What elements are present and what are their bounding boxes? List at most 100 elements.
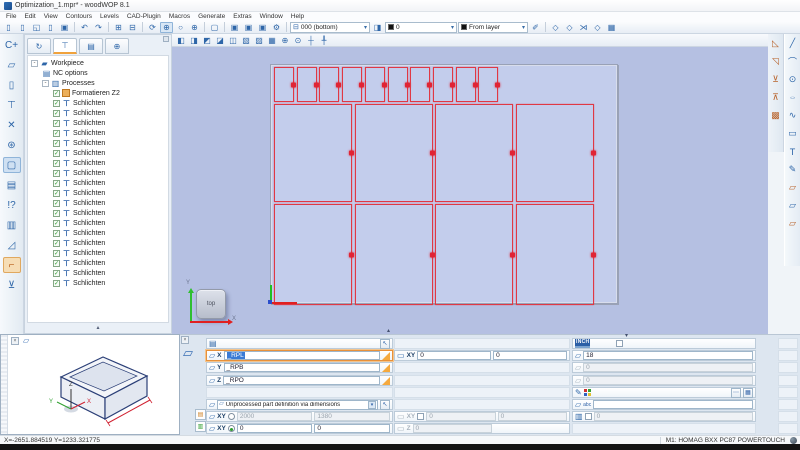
special-tools-button[interactable]: ⊻: [3, 277, 21, 293]
jump-button[interactable]: ↖: [380, 400, 390, 410]
clamping-button[interactable]: ⌐: [3, 257, 21, 273]
menu-levels[interactable]: Levels: [96, 12, 123, 21]
workpiece-tool-button[interactable]: ▱: [3, 57, 21, 73]
board-front-tool-button[interactable]: ▱: [786, 180, 800, 195]
process-checkbox[interactable]: ✓: [53, 200, 60, 207]
tree-item-schlichten[interactable]: ✓⊤Schlichten: [28, 98, 168, 108]
nested-part[interactable]: [355, 104, 433, 202]
nested-part[interactable]: [319, 67, 339, 102]
tree-item-schlichten[interactable]: ✓⊤Schlichten: [28, 178, 168, 188]
y-input[interactable]: _RPB: [224, 363, 381, 372]
process-checkbox[interactable]: ✓: [53, 270, 60, 277]
brush-button[interactable]: ✐: [529, 22, 542, 33]
nested-part[interactable]: [478, 67, 498, 102]
tree-item-schlichten[interactable]: ✓⊤Schlichten: [28, 148, 168, 158]
pocket-button[interactable]: ▢: [3, 157, 21, 173]
simulation-button[interactable]: ▢: [208, 22, 221, 33]
offset2-checkbox[interactable]: [417, 413, 424, 420]
inch-checkbox[interactable]: [616, 340, 623, 347]
process-checkbox[interactable]: ✓: [53, 140, 60, 147]
view-all-button[interactable]: ▦: [266, 35, 278, 46]
line-tool-button[interactable]: ╱: [786, 36, 800, 51]
cut-contour-button[interactable]: ⊻: [769, 72, 783, 87]
new-button[interactable]: ▯: [2, 22, 15, 33]
menu-edit[interactable]: Edit: [20, 12, 39, 21]
color-select[interactable]: 0 ▾: [385, 22, 457, 33]
layer-select[interactable]: ⊟ 000 (bottom) ▾: [290, 22, 370, 33]
expander-icon[interactable]: -: [42, 80, 49, 87]
undo-button[interactable]: ↶: [78, 22, 91, 33]
ellipse-tool-button[interactable]: ○: [786, 93, 800, 102]
tree-tab-nc-list[interactable]: ▤: [79, 38, 103, 54]
tree-item-schlichten[interactable]: ✓⊤Schlichten: [28, 188, 168, 198]
process-checkbox[interactable]: ✓: [53, 120, 60, 127]
process-checkbox[interactable]: ✓: [53, 230, 60, 237]
polyline-tool-button[interactable]: ∿: [786, 108, 800, 123]
definition-select[interactable]: ▱ Unprocessed part definition via dimens…: [217, 400, 378, 410]
tree-item-workpiece[interactable]: -▰Workpiece: [28, 58, 168, 68]
contour-line-button[interactable]: ◇: [549, 22, 562, 33]
nested-part[interactable]: [435, 204, 513, 305]
tree-tab-clamping[interactable]: ⊕: [105, 38, 129, 54]
process-checkbox[interactable]: ✓: [53, 250, 60, 257]
process-checkbox[interactable]: ✓: [53, 90, 60, 97]
nested-part[interactable]: [388, 67, 408, 102]
angle-tool-button[interactable]: ◹: [769, 54, 783, 69]
tree-item-schlichten[interactable]: ✓⊤Schlichten: [28, 138, 168, 148]
process-checkbox[interactable]: ✓: [53, 180, 60, 187]
process-checkbox[interactable]: ✓: [53, 110, 60, 117]
tree-item-schlichten[interactable]: ✓⊤Schlichten: [28, 118, 168, 128]
xy-origin-radio[interactable]: [228, 425, 235, 432]
tree-item-schlichten[interactable]: ✓⊤Schlichten: [28, 158, 168, 168]
menu-window[interactable]: Window: [256, 12, 287, 21]
panel-collapse-button[interactable]: [163, 36, 169, 42]
z-input[interactable]: _RPO: [223, 376, 380, 385]
tree-tab-processes[interactable]: ⊤: [53, 38, 77, 54]
nested-part[interactable]: [516, 204, 594, 305]
save-button[interactable]: ▣: [58, 22, 71, 33]
param-tab-1[interactable]: ▤: [195, 409, 206, 420]
param-row-x[interactable]: ▱ X _RPL: [206, 350, 393, 361]
view-back-button[interactable]: ◨: [188, 35, 200, 46]
nested-part[interactable]: [274, 67, 294, 102]
tree-item-schlichten[interactable]: ✓⊤Schlichten: [28, 228, 168, 238]
measure-button[interactable]: ┼: [305, 35, 317, 46]
generate-button[interactable]: ⟳: [146, 22, 159, 33]
offset-y-input[interactable]: 0: [493, 351, 567, 360]
xy-origin-y-input[interactable]: 0: [314, 424, 390, 433]
components-button[interactable]: ▥: [3, 217, 21, 233]
tree-item-schlichten[interactable]: ✓⊤Schlichten: [28, 208, 168, 218]
process-checkbox[interactable]: ✓: [53, 210, 60, 217]
join-contour-button[interactable]: ⊼: [769, 90, 783, 105]
offset-x-input[interactable]: 0: [417, 351, 491, 360]
tree-scroll-up-button[interactable]: ▴: [27, 324, 169, 332]
close-icon[interactable]: ×: [181, 336, 189, 344]
dimension-tool-button[interactable]: ◺: [769, 36, 783, 51]
process-checkbox[interactable]: ✓: [53, 160, 60, 167]
view-3d-button[interactable]: ▨: [253, 35, 265, 46]
nested-part[interactable]: [297, 67, 317, 102]
layers-checkbox[interactable]: [585, 413, 592, 420]
tree-item-schlichten[interactable]: ✓⊤Schlichten: [28, 128, 168, 138]
tree-item-formatieren-z2[interactable]: ✓Formatieren Z2: [28, 88, 168, 98]
view-cube[interactable]: top: [196, 289, 226, 319]
drawing-canvas[interactable]: top Y X ▴: [172, 47, 768, 334]
set-origin-button[interactable]: ╀: [318, 35, 330, 46]
xy-origin-x-input[interactable]: 0: [237, 424, 313, 433]
open-button[interactable]: ◱: [30, 22, 43, 33]
save-block-button[interactable]: ⊟: [126, 22, 139, 33]
text-tool-button[interactable]: T: [786, 144, 800, 159]
circle-tool-button[interactable]: ⊙: [786, 72, 800, 87]
process-checkbox[interactable]: ✓: [53, 260, 60, 267]
nested-part[interactable]: [274, 104, 352, 202]
xy-dimensions-radio[interactable]: [228, 413, 235, 420]
tree-item-schlichten[interactable]: ✓⊤Schlichten: [28, 238, 168, 248]
arc-tool-button[interactable]: ⌒: [786, 54, 800, 69]
close-icon[interactable]: ×: [11, 337, 19, 345]
expander-icon[interactable]: -: [31, 60, 38, 67]
comment-button[interactable]: !?: [3, 197, 21, 213]
process-checkbox[interactable]: ✓: [53, 190, 60, 197]
window-cascade-button[interactable]: ▣: [242, 22, 255, 33]
tree-item-nc-options[interactable]: ▤NC options: [28, 68, 168, 78]
jump-button[interactable]: ↖: [380, 339, 390, 349]
